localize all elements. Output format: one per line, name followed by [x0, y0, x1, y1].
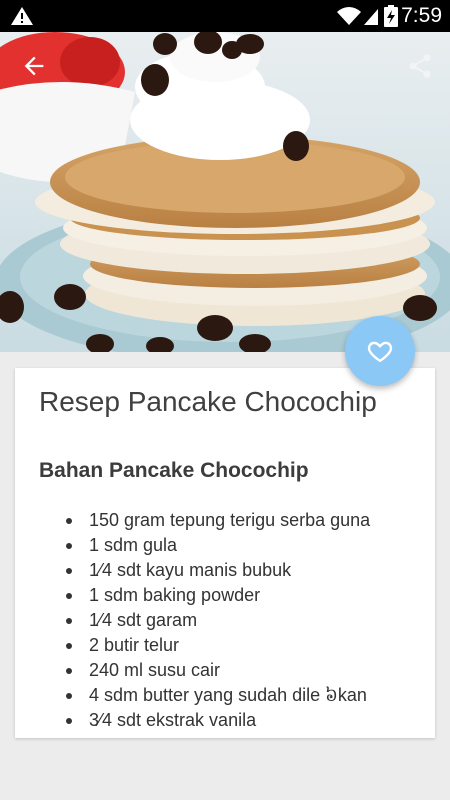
ingredient-text: 4 sdm butter yang sudah dile ៦kan [89, 685, 367, 705]
wifi-icon [337, 7, 361, 25]
ingredient-text: 1⁄4 sdt kayu manis bubuk [89, 560, 292, 580]
list-item: 3⁄4 sdt ekstrak vanila [39, 708, 370, 733]
list-item: 150 gram tepung terigu serba guna [39, 508, 370, 533]
battery-charging-icon [384, 5, 398, 27]
ingredient-text: 3⁄4 sdt ekstrak vanila [89, 710, 257, 730]
bullet-icon [66, 668, 72, 674]
bullet-icon [66, 568, 72, 574]
list-item: 240 ml susu cair [39, 658, 370, 683]
ingredient-text: 1⁄4 sdt garam [89, 610, 198, 630]
recipe-card: Resep Pancake Chocochip Bahan Pancake Ch… [15, 368, 435, 738]
bullet-icon [66, 543, 72, 549]
bullet-icon [66, 718, 72, 724]
favorite-button[interactable] [345, 316, 415, 386]
ingredients-list: 150 gram tepung terigu serba guna 1 sdm … [39, 508, 370, 733]
list-item: 1⁄4 sdt garam [39, 608, 370, 633]
bullet-icon [66, 693, 72, 699]
heart-outline-icon [367, 341, 393, 362]
list-item: 1⁄4 sdt kayu manis bubuk [39, 558, 370, 583]
recipe-title: Resep Pancake Chocochip [39, 386, 377, 417]
back-arrow-icon[interactable] [20, 52, 48, 80]
list-item: 1 sdm gula [39, 533, 370, 558]
bullet-icon [66, 518, 72, 524]
signal-icon [364, 9, 378, 25]
ingredient-text: 1 sdm baking powder [89, 585, 261, 605]
list-item: 2 butir telur [39, 633, 370, 658]
ingredient-text: 240 ml susu cair [89, 660, 221, 680]
status-time: 7:59 [401, 4, 442, 27]
recipe-photo [0, 32, 450, 352]
ingredients-heading: Bahan Pancake Chocochip [39, 459, 309, 482]
bullet-icon [66, 643, 72, 649]
ingredient-text: 150 gram tepung terigu serba guna [89, 510, 371, 530]
ingredient-text: 1 sdm gula [89, 535, 178, 555]
share-icon[interactable] [406, 52, 434, 80]
bullet-icon [66, 618, 72, 624]
status-bar: 7:59 [0, 0, 450, 32]
ingredient-text: 2 butir telur [89, 635, 180, 655]
list-item: 1 sdm baking powder [39, 583, 370, 608]
warning-icon [11, 7, 33, 25]
bullet-icon [66, 593, 72, 599]
list-item: 4 sdm butter yang sudah dile ៦kan [39, 683, 370, 708]
